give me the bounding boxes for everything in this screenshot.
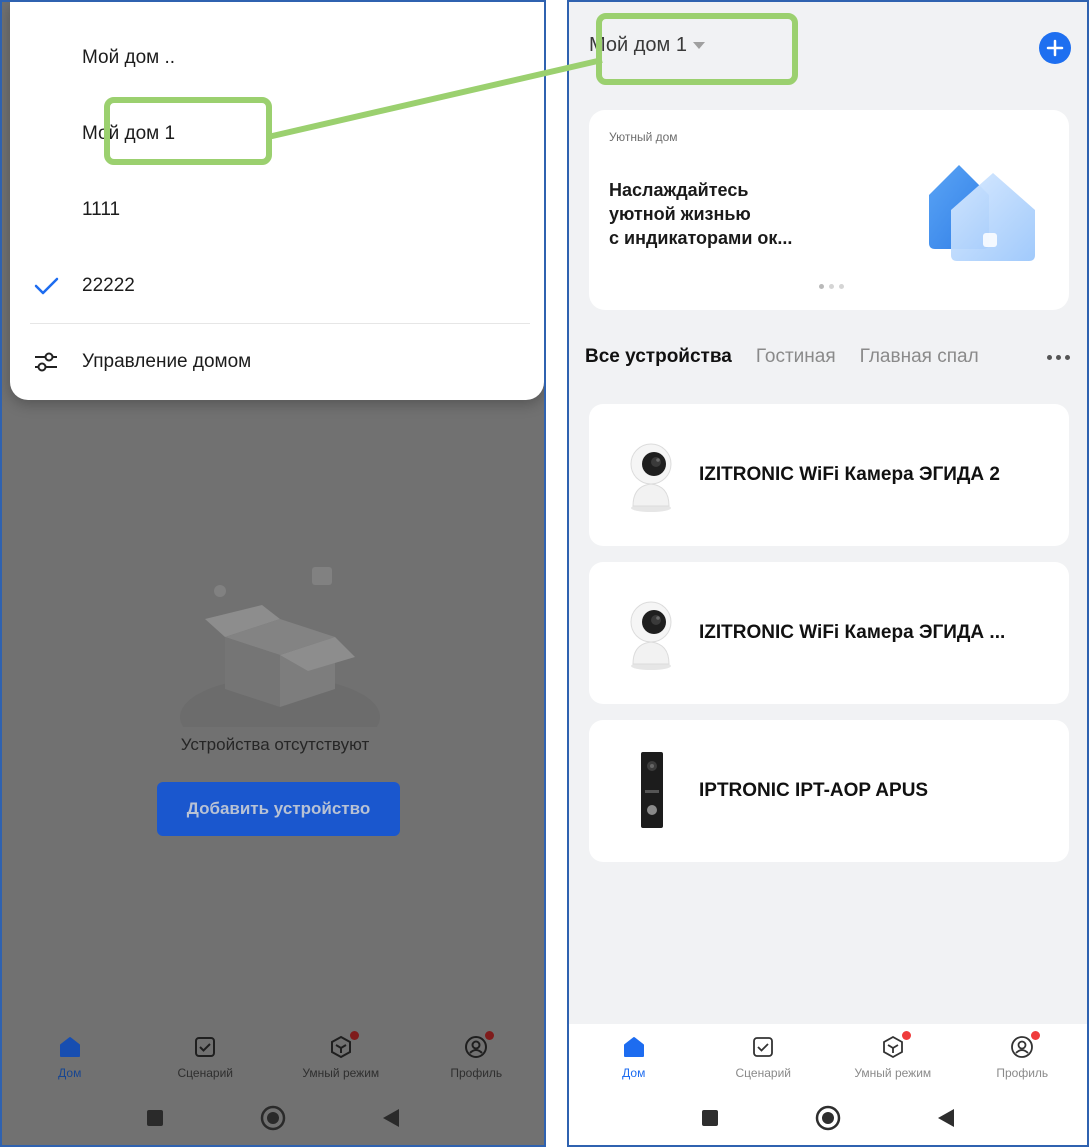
highlight-box-home-option bbox=[104, 97, 272, 165]
highlight-connector-line bbox=[267, 57, 603, 140]
highlight-box-home-title bbox=[596, 13, 798, 85]
